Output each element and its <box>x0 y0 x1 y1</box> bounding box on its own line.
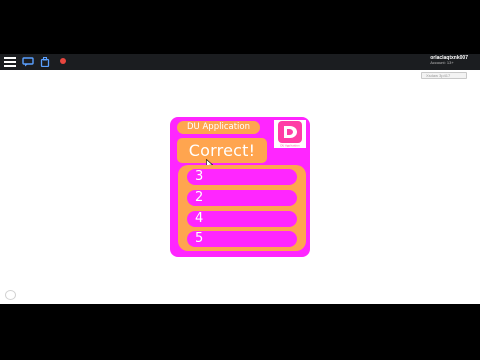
feedback-label: Correct! <box>177 138 267 163</box>
menu-icon[interactable] <box>4 57 16 67</box>
top-bar <box>0 54 480 70</box>
du-logo-icon: DU Application <box>274 120 306 148</box>
account-age: Account: 13+ <box>430 60 454 65</box>
application-panel: DU Application DU Application Correct! 3… <box>170 117 310 257</box>
record-indicator-icon[interactable] <box>60 58 66 64</box>
player-list-pill[interactable]: Xsdaw 3p417 <box>421 72 467 79</box>
answer-option-4[interactable]: 5 <box>187 231 297 247</box>
panel-title: DU Application <box>177 121 260 134</box>
backpack-icon[interactable] <box>40 57 50 67</box>
answer-option-3[interactable]: 4 <box>187 211 297 227</box>
answer-options: 3 2 4 5 <box>178 165 306 251</box>
answer-option-1[interactable]: 3 <box>187 169 297 185</box>
chat-bubble-icon[interactable] <box>5 290 16 300</box>
logo-caption: DU Application <box>280 144 300 148</box>
account-info: orlaclaqtxnk007 Account: 13+ <box>430 56 468 65</box>
chat-icon[interactable] <box>22 57 34 67</box>
answer-option-2[interactable]: 2 <box>187 190 297 206</box>
